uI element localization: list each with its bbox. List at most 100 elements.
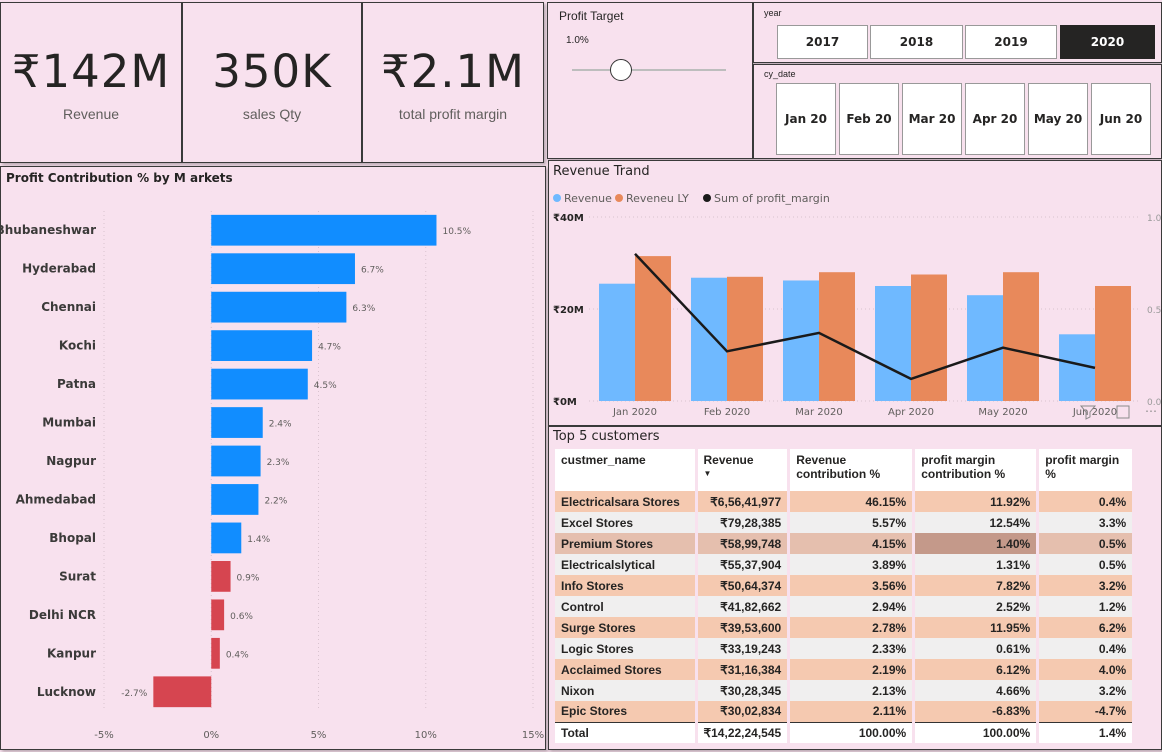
cell-margin-contribution: 6.12%: [913, 659, 1040, 680]
table-row[interactable]: Electricalslytical ₹55,37,904 3.89% 1.31% 0.…: [555, 554, 1136, 575]
category-label: Patna: [57, 377, 96, 391]
bar-revenue-ly[interactable]: [635, 256, 671, 401]
cell-revenue: ₹33,19,243: [696, 638, 791, 659]
legend-label[interactable]: Revenue: [564, 192, 612, 205]
data-label: 6.3%: [352, 304, 375, 314]
bar-lucknow[interactable]: [153, 676, 212, 708]
cell-revenue: ₹30,02,834: [696, 701, 791, 722]
top-customers-visual[interactable]: Top 5 customers custmer_name Revenue ▼ Re…: [548, 426, 1162, 750]
table-row[interactable]: Surge Stores ₹39,53,600 2.78% 11.95% 6.2%: [555, 617, 1136, 638]
table-row[interactable]: Logic Stores ₹33,19,243 2.33% 0.61% 0.4%: [555, 638, 1136, 659]
table-body: Electricalsara Stores ₹6,56,41,977 46.15% 1…: [555, 491, 1136, 743]
cell-margin-contribution: 11.92%: [913, 491, 1040, 512]
cell-customer: Logic Stores: [555, 638, 698, 659]
year-slicer[interactable]: year 2017 2018 2019 2020: [753, 2, 1162, 63]
y-tick-label: ₹40M: [553, 213, 584, 224]
slider-track[interactable]: [572, 69, 726, 71]
category-label: Bhubaneshwar: [1, 223, 96, 237]
month-option-mar[interactable]: Mar 20: [902, 83, 962, 155]
cell-margin-pct: 0.4%: [1037, 491, 1136, 512]
bar-kochi[interactable]: [211, 330, 313, 361]
cell-customer: Surge Stores: [555, 617, 698, 638]
bar-revenue-ly[interactable]: [1095, 286, 1131, 401]
cell-margin-contribution: 4.66%: [913, 680, 1040, 701]
legend-marker: [553, 194, 561, 202]
bar-revenue[interactable]: [691, 277, 727, 401]
more-options-icon[interactable]: ⋯: [1145, 404, 1157, 418]
cell-revenue-contribution: 2.33%: [788, 638, 916, 659]
bar-revenue[interactable]: [783, 280, 819, 401]
category-label: Kanpur: [47, 646, 96, 660]
year-option-2018[interactable]: 2018: [870, 25, 963, 59]
data-label: -2.7%: [121, 689, 148, 699]
month-option-feb[interactable]: Feb 20: [839, 83, 899, 155]
bar-kanpur[interactable]: [211, 637, 220, 669]
bar-mumbai[interactable]: [211, 407, 263, 438]
table-row[interactable]: Excel Stores ₹79,28,385 5.57% 12.54% 3.3%: [555, 512, 1136, 533]
bar-nagpur[interactable]: [211, 445, 261, 477]
bar-hyderabad[interactable]: [211, 253, 355, 285]
cell-revenue: ₹41,82,662: [696, 596, 791, 617]
month-option-may[interactable]: May 20: [1028, 83, 1088, 155]
cell-margin-contribution: 1.31%: [913, 554, 1040, 575]
bar-revenue-ly[interactable]: [727, 276, 763, 401]
cell-margin-pct: 0.5%: [1037, 533, 1136, 554]
column-header-revenue-contribution[interactable]: Revenue contribution %: [788, 449, 916, 491]
year-option-2017[interactable]: 2017: [777, 25, 868, 59]
table-row[interactable]: Premium Stores ₹58,99,748 4.15% 1.40% 0.5%: [555, 533, 1136, 554]
bar-revenue-ly[interactable]: [911, 274, 947, 402]
profit-target-slicer[interactable]: Profit Target 1.0%: [547, 2, 753, 159]
cell-revenue: ₹6,56,41,977: [696, 491, 791, 512]
cell-revenue: ₹39,53,600: [696, 617, 791, 638]
kpi-card-revenue[interactable]: ₹142M Revenue: [0, 2, 182, 163]
bar-revenue[interactable]: [967, 295, 1003, 401]
cell-revenue: ₹55,37,904: [696, 554, 791, 575]
bar-revenue-ly[interactable]: [1003, 272, 1039, 401]
month-option-jan[interactable]: Jan 20: [776, 83, 836, 155]
year-option-2020[interactable]: 2020: [1060, 25, 1155, 59]
x-tick-label: -5%: [94, 730, 113, 741]
cell-revenue-contribution: 2.19%: [788, 659, 916, 680]
revenue-trend-visual[interactable]: Revenue Trand Revenue Reveneu LY Sum of pr…: [548, 160, 1162, 426]
table-row[interactable]: Nixon ₹30,28,345 2.13% 4.66% 3.2%: [555, 680, 1136, 701]
table-row[interactable]: Electricalsara Stores ₹6,56,41,977 46.15% 1…: [555, 491, 1136, 512]
focus-mode-icon[interactable]: [1116, 405, 1130, 419]
table-row[interactable]: Info Stores ₹50,64,374 3.56% 7.82% 3.2%: [555, 575, 1136, 596]
kpi-card-sales-qty[interactable]: 350K sales Qty: [182, 2, 362, 163]
bar-chennai[interactable]: [211, 291, 347, 323]
bar-surat[interactable]: [211, 561, 231, 592]
table-row[interactable]: Acclaimed Stores ₹31,16,384 2.19% 6.12% 4.0%: [555, 659, 1136, 680]
legend-label[interactable]: Sum of profit_margin: [714, 192, 830, 205]
column-header-revenue-label: Revenue: [703, 453, 754, 467]
cell-revenue-contribution: 4.15%: [788, 533, 916, 554]
cell-customer: Excel Stores: [555, 512, 698, 533]
cell-customer: Nixon: [555, 680, 698, 701]
bar-revenue[interactable]: [599, 283, 635, 401]
table-row[interactable]: Control ₹41,82,662 2.94% 2.52% 1.2%: [555, 596, 1136, 617]
column-header-margin-contribution[interactable]: profit margin contribution %: [913, 449, 1040, 491]
total-cell: Total: [555, 721, 698, 743]
bar-bhubaneshwar[interactable]: [211, 214, 437, 246]
column-header-revenue[interactable]: Revenue ▼: [696, 449, 791, 491]
profit-contribution-visual[interactable]: Profit Contribution % by M arkets -5% 0% 5…: [0, 166, 546, 750]
bar-ahmedabad[interactable]: [211, 484, 259, 515]
year-option-2019[interactable]: 2019: [965, 25, 1057, 59]
month-option-jun[interactable]: Jun 20: [1091, 83, 1151, 155]
bar-bhopal[interactable]: [211, 522, 242, 554]
month-option-apr[interactable]: Apr 20: [965, 83, 1025, 155]
column-header-customer[interactable]: custmer_name: [555, 449, 698, 491]
profit-target-value: 1.0%: [566, 35, 589, 46]
bar-revenue[interactable]: [875, 286, 911, 401]
table-row[interactable]: Epic Stores ₹30,02,834 2.11% -6.83% -4.7%: [555, 701, 1136, 722]
bar-delhi-ncr[interactable]: [211, 599, 225, 631]
cell-revenue: ₹31,16,384: [696, 659, 791, 680]
cell-customer: Control: [555, 596, 698, 617]
column-header-margin-pct[interactable]: profit margin %: [1037, 449, 1136, 491]
legend-label[interactable]: Reveneu LY: [626, 192, 689, 205]
slider-handle[interactable]: [610, 59, 632, 81]
x-tick-label: Feb 2020: [704, 407, 750, 418]
date-slicer[interactable]: cy_date Jan 20 Feb 20 Mar 20 Apr 20 May …: [753, 64, 1162, 159]
kpi-card-profit-margin[interactable]: ₹2.1M total profit margin: [362, 2, 544, 163]
data-label: 0.6%: [230, 612, 253, 622]
bar-patna[interactable]: [211, 368, 308, 400]
